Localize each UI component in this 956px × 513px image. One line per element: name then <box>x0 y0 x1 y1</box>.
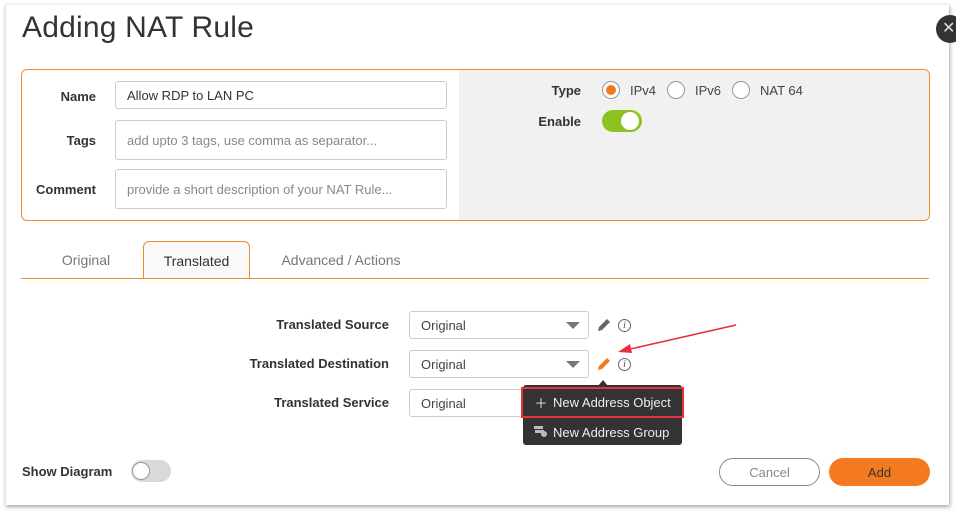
enable-label: Enable <box>538 114 581 129</box>
toggle-knob <box>621 112 639 130</box>
translated-source-select[interactable]: Original <box>409 311 589 339</box>
translated-destination-value: Original <box>421 356 466 372</box>
menu-item-new-address-object[interactable]: ＋ New Address Object <box>521 387 684 418</box>
add-button[interactable]: Add <box>829 458 930 486</box>
close-icon: ✕ <box>942 20 956 37</box>
chevron-down-icon <box>566 361 580 368</box>
address-group-icon <box>533 425 549 440</box>
tabs-divider <box>21 278 929 279</box>
tab-translated[interactable]: Translated <box>143 241 250 279</box>
translated-destination-select[interactable]: Original <box>409 350 589 378</box>
general-panel: Name Allow RDP to LAN PC Tags add upto 3… <box>21 69 930 221</box>
toggle-knob <box>132 462 150 480</box>
name-label: Name <box>60 89 96 104</box>
dialog-title: Adding NAT Rule <box>22 11 255 44</box>
menu-item-new-address-group[interactable]: New Address Group <box>523 418 682 446</box>
translated-service-label: Translated Service <box>274 395 389 410</box>
plus-icon: ＋ <box>534 396 548 411</box>
translated-destination-label: Translated Destination <box>249 356 389 371</box>
radio-ipv6[interactable] <box>667 81 685 99</box>
nat-rule-dialog: Adding NAT Rule ✕ Name Allow RDP to LAN … <box>5 4 956 505</box>
chevron-down-icon <box>566 322 580 329</box>
enable-toggle[interactable] <box>602 110 642 132</box>
comment-input[interactable]: provide a short description of your NAT … <box>115 169 447 209</box>
translated-service-value: Original <box>421 395 466 411</box>
type-label: Type <box>551 83 581 98</box>
radio-nat64-label: NAT 64 <box>760 83 803 98</box>
name-input[interactable]: Allow RDP to LAN PC <box>115 81 447 109</box>
radio-ipv4[interactable] <box>602 81 620 99</box>
close-button[interactable]: ✕ <box>936 15 956 43</box>
translated-source-value: Original <box>421 317 466 333</box>
show-diagram-label: Show Diagram <box>22 464 113 479</box>
comment-label: Comment <box>36 182 96 197</box>
radio-nat64[interactable] <box>732 81 750 99</box>
tags-label: Tags <box>66 133 96 148</box>
show-diagram-toggle[interactable] <box>131 460 171 482</box>
radio-ipv6-label: IPv6 <box>695 83 722 98</box>
tab-advanced-actions[interactable]: Advanced / Actions <box>266 241 416 278</box>
radio-ipv4-label: IPv4 <box>630 83 657 98</box>
tags-input[interactable]: add upto 3 tags, use comma as separator.… <box>115 120 447 160</box>
edit-context-menu: ＋ New Address Object New Address Group <box>521 385 684 446</box>
menu-item-label: New Address Group <box>553 424 670 440</box>
annotation-arrow-icon <box>618 324 737 353</box>
translated-source-label: Translated Source <box>276 317 389 332</box>
tab-original[interactable]: Original <box>36 241 136 278</box>
menu-item-label: New Address Object <box>553 395 671 410</box>
cancel-button[interactable]: Cancel <box>719 458 820 486</box>
